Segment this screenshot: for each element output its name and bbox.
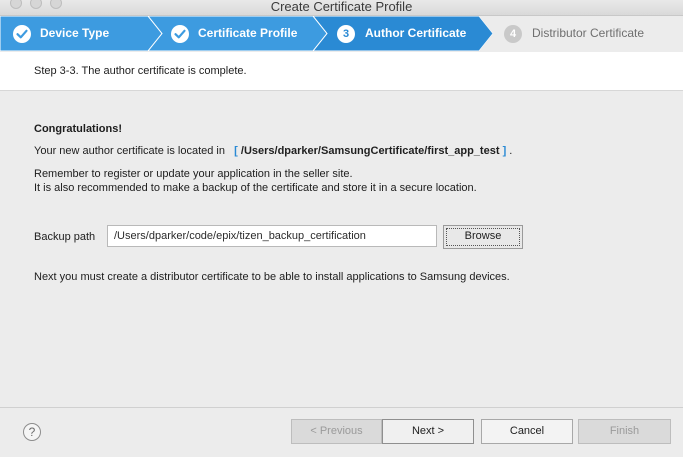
title-bar: Create Certificate Profile xyxy=(0,0,683,16)
window-title: Create Certificate Profile xyxy=(270,0,413,14)
step-author-certificate: 3 Author Certificate xyxy=(327,16,487,51)
cancel-button[interactable]: Cancel xyxy=(481,419,573,444)
step-label: Device Type xyxy=(40,26,110,40)
step-distributor-certificate: 4 Distributor Certificate xyxy=(493,16,683,51)
location-line: Your new author certificate is located i… xyxy=(34,145,512,157)
browse-button[interactable]: Browse xyxy=(443,225,523,249)
reminder-line-1: Remember to register or update your appl… xyxy=(34,168,353,180)
wizard-steps: Device Type Certificate Profile 3 Author… xyxy=(0,16,683,51)
step-number: 3 xyxy=(337,25,355,43)
reminder-line-2: It is also recommended to make a backup … xyxy=(34,182,477,194)
step-label: Author Certificate xyxy=(365,26,467,40)
location-prefix: Your new author certificate is located i… xyxy=(34,145,225,157)
step-description: Step 3-3. The author certificate is comp… xyxy=(34,65,247,77)
finish-button[interactable]: Finish xyxy=(578,419,671,444)
next-button[interactable]: Next > xyxy=(382,419,474,444)
step-description-panel: Step 3-3. The author certificate is comp… xyxy=(0,52,683,91)
backup-path-label: Backup path xyxy=(34,231,96,243)
certificate-location-link[interactable]: /Users/dparker/SamsungCertificate/first_… xyxy=(241,145,500,157)
step-number: 4 xyxy=(504,25,522,43)
backup-path-input[interactable]: /Users/dparker/code/epix/tizen_backup_ce… xyxy=(107,225,437,247)
bracket-close: ] xyxy=(502,145,507,157)
next-step-info: Next you must create a distributor certi… xyxy=(34,271,510,283)
step-certificate-profile: Certificate Profile xyxy=(160,16,320,51)
check-icon xyxy=(171,25,189,43)
step-label: Distributor Certificate xyxy=(532,26,645,40)
step-label: Certificate Profile xyxy=(198,26,298,40)
button-bar: ? < Previous Next > Cancel Finish xyxy=(0,407,683,457)
congratulations-heading: Congratulations! xyxy=(34,123,122,135)
previous-button[interactable]: < Previous xyxy=(291,419,382,444)
check-icon xyxy=(13,25,31,43)
bracket-open: [ xyxy=(234,145,238,157)
browse-label: Browse xyxy=(464,230,502,242)
main-content: Congratulations! Your new author certifi… xyxy=(0,91,683,407)
help-icon[interactable]: ? xyxy=(23,423,41,441)
step-device-type: Device Type xyxy=(0,16,160,51)
location-suffix: . xyxy=(509,145,513,157)
